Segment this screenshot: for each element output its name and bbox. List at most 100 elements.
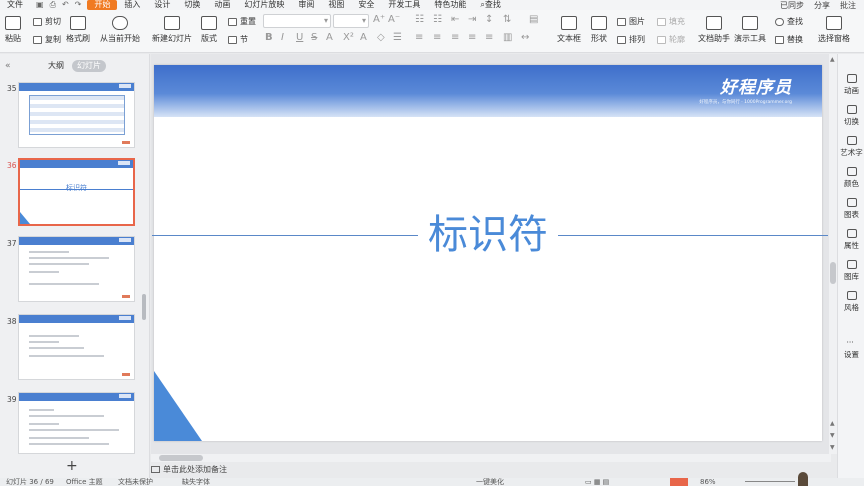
scroll-up-icon[interactable]: ▲ [830, 420, 835, 427]
font-size-select[interactable] [333, 14, 369, 28]
format-painter-button[interactable]: 格式刷 [66, 16, 90, 44]
align-left-icon[interactable]: ≡ [415, 32, 423, 43]
share-button[interactable]: 分享 [814, 0, 830, 10]
menu-developer[interactable]: 开发工具 [381, 0, 427, 10]
collapse-panel-icon[interactable]: « [5, 61, 11, 71]
add-slide-button[interactable]: + [66, 458, 78, 474]
play-slideshow-button[interactable] [670, 478, 688, 486]
sidebar-properties[interactable]: 属性 [838, 229, 864, 251]
text-direction-icon[interactable]: ⇅ [503, 14, 511, 25]
align-right-icon[interactable]: ≡ [451, 32, 459, 43]
tab-outline[interactable]: 大纲 [48, 60, 64, 72]
menu-transition[interactable]: 切换 [177, 0, 207, 10]
select-pane-button[interactable]: 选择窗格 [818, 16, 850, 44]
section-button[interactable]: 节 [228, 34, 248, 45]
print-icon[interactable]: ⎙ [50, 0, 56, 10]
shape-button[interactable]: 形状 [591, 16, 607, 44]
outline-button[interactable]: 轮廓 [657, 34, 685, 45]
view-normal-icon[interactable]: ▭ ▦ ▤ [585, 478, 609, 486]
sidebar-wordart[interactable]: 艺术字 [838, 136, 864, 158]
justify-icon[interactable]: ≡ [468, 32, 476, 43]
scroll-up-icon[interactable]: ▲ [830, 56, 835, 63]
menu-slideshow[interactable]: 幻灯片放映 [237, 0, 291, 10]
slide-title[interactable]: 标识符 [418, 210, 558, 260]
align-text-icon[interactable]: ▤ [529, 14, 538, 25]
menu-insert[interactable]: 插入 [117, 0, 147, 10]
distribute-icon[interactable]: ≡ [485, 32, 493, 43]
picture-button[interactable]: 图片 [617, 16, 645, 27]
slide-thumbnail[interactable] [18, 314, 135, 380]
scroll-down-icon[interactable]: ▼ [830, 444, 835, 451]
comment-button[interactable]: 批注 [840, 0, 856, 10]
vertical-scrollbar[interactable]: ▲ ▲ ▼ ▼ [829, 54, 837, 454]
sidebar-transition[interactable]: 切换 [838, 105, 864, 127]
italic-icon[interactable]: I [281, 32, 284, 43]
synced-status[interactable]: 已同步 [780, 0, 804, 10]
menu-features[interactable]: 特色功能 [427, 0, 473, 10]
zoom-level[interactable]: 86% [700, 478, 716, 486]
notes-bar[interactable]: 单击此处添加备注 [151, 462, 837, 476]
start-from-current-button[interactable]: 从当前开始 [100, 16, 140, 44]
missing-font-status[interactable]: 缺失字体 [182, 478, 210, 486]
fill-button[interactable]: 填充 [657, 16, 685, 27]
menu-animation[interactable]: 动画 [207, 0, 237, 10]
textbox-button[interactable]: 文本框 [557, 16, 581, 44]
columns-icon[interactable]: ▥ [503, 32, 512, 43]
shadow-icon[interactable]: A [326, 32, 333, 43]
char-spacing-icon[interactable]: ↔ [521, 32, 529, 43]
sidebar-color[interactable]: 颜色 [838, 167, 864, 189]
highlight-icon[interactable]: ☰ [393, 32, 402, 43]
clear-format-icon[interactable]: ◇ [377, 32, 385, 43]
slide-thumbnail[interactable] [18, 82, 135, 148]
doc-protect-status[interactable]: 文档未保护 [118, 478, 153, 486]
panel-scrollbar[interactable] [142, 294, 146, 320]
horizontal-scroll-thumb[interactable] [159, 455, 203, 461]
indent-increase-icon[interactable]: ⇥ [468, 14, 476, 25]
doc-assistant-button[interactable]: 文档助手 [698, 16, 730, 44]
slide-thumbnail[interactable] [18, 236, 135, 302]
layout-button[interactable]: 版式 [201, 16, 217, 44]
tab-slides[interactable]: 幻灯片 [72, 60, 106, 72]
menu-file[interactable]: 文件 [0, 0, 30, 10]
scroll-down-icon[interactable]: ▼ [830, 432, 835, 439]
undo-icon[interactable]: ↶ [62, 0, 69, 10]
font-color-icon[interactable]: A [360, 32, 367, 43]
sidebar-animation[interactable]: 动画 [838, 74, 864, 96]
menu-view[interactable]: 视图 [321, 0, 351, 10]
zoom-slider[interactable] [745, 481, 795, 482]
superscript-icon[interactable]: X² [343, 32, 354, 43]
redo-icon[interactable]: ↷ [75, 0, 82, 10]
beautify-button[interactable]: 一键美化 [476, 478, 504, 486]
slide-thumbnail[interactable] [18, 392, 135, 454]
decrease-font-icon[interactable]: A⁻ [388, 14, 400, 25]
reset-button[interactable]: 重置 [228, 16, 256, 27]
slide-thumbnail-selected[interactable]: 标识符 [18, 158, 135, 226]
horizontal-scrollbar[interactable] [151, 454, 831, 462]
bold-icon[interactable]: B [265, 32, 273, 43]
save-icon[interactable]: ▣ [36, 0, 44, 10]
sidebar-style[interactable]: 风格 [838, 291, 864, 313]
menu-home[interactable]: 开始 [87, 0, 118, 10]
align-center-icon[interactable]: ≡ [433, 32, 441, 43]
sidebar-chart[interactable]: 图表 [838, 198, 864, 220]
underline-icon[interactable]: U [296, 32, 303, 43]
vertical-scroll-thumb[interactable] [830, 262, 836, 284]
strikethrough-icon[interactable]: S [311, 32, 317, 43]
copy-button[interactable]: 复制 [33, 34, 61, 45]
new-slide-button[interactable]: 新建幻灯片 [152, 16, 192, 44]
menu-design[interactable]: 设计 [147, 0, 177, 10]
line-spacing-icon[interactable]: ↕ [485, 14, 493, 25]
indent-decrease-icon[interactable]: ⇤ [451, 14, 459, 25]
arrange-button[interactable]: 排列 [617, 34, 645, 45]
menu-review[interactable]: 审阅 [291, 0, 321, 10]
paste-button[interactable]: 粘贴 [5, 16, 21, 44]
find-button[interactable]: 查找 [775, 16, 803, 27]
font-family-select[interactable] [263, 14, 331, 28]
sidebar-gallery[interactable]: 图库 [838, 260, 864, 282]
menu-security[interactable]: 安全 [351, 0, 381, 10]
bullet-list-icon[interactable]: ☷ [415, 14, 424, 25]
sidebar-settings[interactable]: ··· 设置 [838, 338, 864, 360]
menu-search[interactable]: ⌕查找 [473, 0, 507, 10]
replace-button[interactable]: 替换 [775, 34, 803, 45]
cut-button[interactable]: 剪切 [33, 16, 61, 27]
